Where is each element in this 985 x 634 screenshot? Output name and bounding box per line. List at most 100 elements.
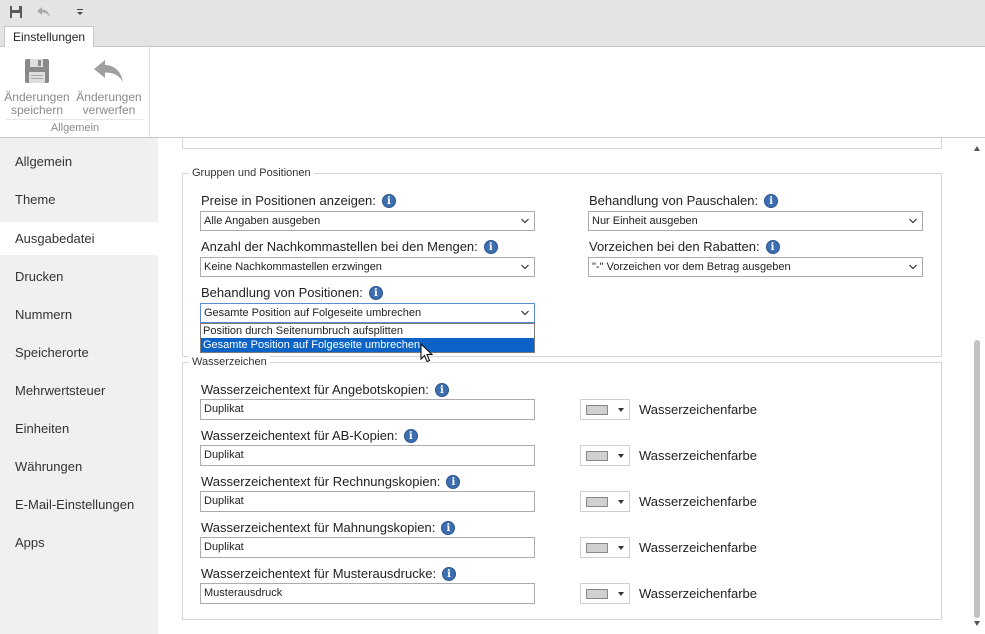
save-changes-button[interactable]: Änderungen speichern bbox=[4, 51, 70, 117]
scroll-down-icon[interactable] bbox=[974, 621, 980, 626]
sidebar-item-einheiten[interactable]: Einheiten bbox=[0, 412, 158, 445]
decimals-label: Anzahl der Nachkommastellen bei den Meng… bbox=[201, 238, 498, 255]
sidebar-item-ausgabedatei[interactable]: Ausgabedatei bbox=[0, 222, 158, 255]
chevron-down-icon bbox=[521, 264, 529, 270]
positions-dropdown-list: Position durch Seitenumbruch aufsplitten… bbox=[200, 323, 535, 353]
undo-arrow-icon bbox=[76, 51, 142, 91]
color-picker-angebot[interactable] bbox=[580, 399, 630, 420]
color-swatch bbox=[586, 497, 608, 507]
flatrate-select[interactable]: Nur Einheit ausgeben bbox=[588, 211, 923, 231]
dropdown-arrow-icon bbox=[618, 592, 624, 596]
dropdown-arrow-icon bbox=[618, 500, 624, 504]
discount-select-value: "-" Vorzeichen vor dem Betrag ausgeben bbox=[592, 261, 791, 273]
ribbon-group-allgemein: Änderungen speichern Änderungen verwerfe… bbox=[0, 47, 150, 137]
ribbon: Änderungen speichern Änderungen verwerfe… bbox=[0, 47, 985, 138]
color-picker-ab[interactable] bbox=[580, 445, 630, 466]
info-icon[interactable]: i bbox=[442, 566, 457, 581]
info-icon[interactable]: i bbox=[403, 428, 418, 443]
positions-select[interactable]: Gesamte Position auf Folgeseite umbreche… bbox=[200, 303, 535, 323]
watermark-input-ab[interactable]: Duplikat bbox=[200, 445, 535, 466]
dropdown-arrow-icon bbox=[618, 546, 624, 550]
sidebar-item-waehrungen[interactable]: Währungen bbox=[0, 450, 158, 483]
flatrate-label-text: Behandlung von Pauschalen: bbox=[589, 193, 759, 208]
dropdown-arrow-icon bbox=[618, 454, 624, 458]
scroll-up-icon[interactable] bbox=[974, 146, 980, 151]
discount-label-text: Vorzeichen bei den Rabatten: bbox=[589, 239, 760, 254]
info-icon[interactable]: i bbox=[368, 285, 383, 300]
dropdown-option-wrap[interactable]: Gesamte Position auf Folgeseite umbreche… bbox=[201, 338, 534, 352]
watermark-input-angebot[interactable]: Duplikat bbox=[200, 399, 535, 420]
discard-label-line2: verwerfen bbox=[82, 103, 136, 117]
watermark-label-text: Wasserzeichentext für Mahnungskopien: bbox=[201, 520, 436, 535]
discard-changes-button[interactable]: Änderungen verwerfen bbox=[76, 51, 142, 117]
sidebar-item-apps[interactable]: Apps bbox=[0, 526, 158, 559]
watermark-label-text: Wasserzeichentext für Angebotskopien: bbox=[201, 382, 429, 397]
decimals-select[interactable]: Keine Nachkommastellen erzwingen bbox=[200, 257, 535, 277]
watermark-label-rechnung: Wasserzeichentext für Rechnungskopien: i bbox=[201, 473, 461, 490]
save-icon bbox=[4, 51, 70, 91]
watermark-label-mahnung: Wasserzeichentext für Mahnungskopien: i bbox=[201, 519, 456, 536]
prices-label: Preise in Positionen anzeigen: i bbox=[201, 192, 396, 209]
watermark-label-muster: Wasserzeichentext für Musterausdrucke: i bbox=[201, 565, 457, 582]
prices-label-text: Preise in Positionen anzeigen: bbox=[201, 193, 376, 208]
sidebar-item-drucken[interactable]: Drucken bbox=[0, 260, 158, 293]
info-icon[interactable]: i bbox=[446, 474, 461, 489]
color-picker-mahnung[interactable] bbox=[580, 537, 630, 558]
info-icon[interactable]: i bbox=[765, 239, 780, 254]
vertical-scrollbar[interactable] bbox=[970, 138, 985, 634]
scrollbar-thumb[interactable] bbox=[974, 340, 980, 618]
watermark-label-text: Wasserzeichentext für AB-Kopien: bbox=[201, 428, 398, 443]
chevron-down-icon bbox=[521, 218, 529, 224]
color-swatch bbox=[586, 405, 608, 415]
color-label: Wasserzeichenfarbe bbox=[639, 540, 758, 555]
watermark-label-ab: Wasserzeichentext für AB-Kopien: i bbox=[201, 427, 418, 444]
settings-sidebar: Allgemein Theme Ausgabedatei Drucken Num… bbox=[0, 138, 158, 634]
ribbon-group-divider bbox=[6, 119, 143, 120]
watermark-label-text: Wasserzeichentext für Rechnungskopien: bbox=[201, 474, 441, 489]
sidebar-item-nummern[interactable]: Nummern bbox=[0, 298, 158, 331]
color-label: Wasserzeichenfarbe bbox=[639, 402, 758, 417]
group-title: Wasserzeichen bbox=[189, 356, 270, 369]
dropdown-arrow-icon bbox=[618, 408, 624, 412]
quick-access-toolbar bbox=[0, 0, 985, 24]
color-swatch bbox=[586, 589, 608, 599]
flatrate-select-value: Nur Einheit ausgeben bbox=[592, 215, 698, 227]
color-picker-rechnung[interactable] bbox=[580, 491, 630, 512]
sidebar-item-theme[interactable]: Theme bbox=[0, 183, 158, 216]
watermark-input-rechnung[interactable]: Duplikat bbox=[200, 491, 535, 512]
discount-select[interactable]: "-" Vorzeichen vor dem Betrag ausgeben bbox=[588, 257, 923, 277]
sidebar-item-mehrwertsteuer[interactable]: Mehrwertsteuer bbox=[0, 374, 158, 407]
save-icon[interactable] bbox=[7, 3, 25, 21]
watermark-input-mahnung[interactable]: Duplikat bbox=[200, 537, 535, 558]
color-label: Wasserzeichenfarbe bbox=[639, 448, 758, 463]
sidebar-item-email-einstellungen[interactable]: E-Mail-Einstellungen bbox=[0, 488, 158, 521]
customize-toolbar-icon[interactable] bbox=[71, 3, 89, 21]
info-icon[interactable]: i bbox=[764, 193, 779, 208]
ribbon-tab-row: Einstellungen bbox=[0, 24, 985, 48]
ribbon-group-label: Allgemein bbox=[50, 122, 100, 134]
info-icon[interactable]: i bbox=[441, 520, 456, 535]
positions-select-value: Gesamte Position auf Folgeseite umbreche… bbox=[204, 307, 422, 319]
color-picker-muster[interactable] bbox=[580, 583, 630, 604]
watermark-label-angebot: Wasserzeichentext für Angebotskopien: i bbox=[201, 381, 449, 398]
color-label: Wasserzeichenfarbe bbox=[639, 586, 758, 601]
mouse-cursor-icon bbox=[420, 343, 434, 363]
flatrate-label: Behandlung von Pauschalen: i bbox=[589, 192, 779, 209]
previous-group-border bbox=[182, 138, 942, 149]
info-icon[interactable]: i bbox=[381, 193, 396, 208]
info-icon[interactable]: i bbox=[434, 382, 449, 397]
info-icon[interactable]: i bbox=[483, 239, 498, 254]
settings-content: Gruppen und Positionen Preise in Positio… bbox=[158, 138, 970, 634]
undo-icon[interactable] bbox=[35, 3, 53, 21]
prices-select-value: Alle Angaben ausgeben bbox=[204, 215, 321, 227]
watermark-input-muster[interactable]: Musterausdruck bbox=[200, 583, 535, 604]
chevron-down-icon bbox=[909, 264, 917, 270]
prices-select[interactable]: Alle Angaben ausgeben bbox=[200, 211, 535, 231]
positions-label-text: Behandlung von Positionen: bbox=[201, 285, 363, 300]
sidebar-item-speicherorte[interactable]: Speicherorte bbox=[0, 336, 158, 369]
sidebar-item-allgemein[interactable]: Allgemein bbox=[0, 145, 158, 178]
group-title: Gruppen und Positionen bbox=[189, 167, 314, 180]
tab-einstellungen[interactable]: Einstellungen bbox=[4, 26, 95, 48]
dropdown-option-split[interactable]: Position durch Seitenumbruch aufsplitten bbox=[201, 324, 534, 338]
positions-label: Behandlung von Positionen: i bbox=[201, 284, 383, 301]
